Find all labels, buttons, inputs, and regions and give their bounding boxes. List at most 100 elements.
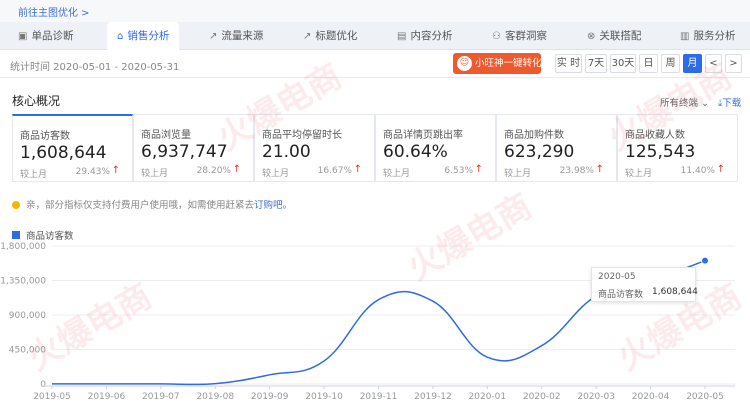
metric-value: 623,290 bbox=[504, 142, 575, 162]
users-icon: ⚇ bbox=[492, 31, 501, 42]
trend-icon: ↗ bbox=[209, 31, 218, 42]
y-tick-label: 0 bbox=[40, 380, 46, 390]
metric-label: 商品收藏人数 bbox=[625, 130, 685, 141]
metric-label: 商品平均停留时长 bbox=[262, 130, 342, 141]
notice-bar: 亲，部分指标仅支持付费用户使用哦，如需使用赶紧去订购吧。 bbox=[12, 197, 292, 211]
y-tick-label: 1,800,000 bbox=[0, 242, 46, 252]
x-tick-label: 2019-06 bbox=[88, 392, 126, 402]
breadcrumb-link[interactable]: 前往主图优化 > bbox=[18, 4, 90, 19]
x-tick-label: 2020-03 bbox=[577, 392, 615, 402]
link-icon: ⊗ bbox=[587, 31, 596, 42]
one-click-convert-button[interactable]: ☺ 小旺神一键转化 bbox=[453, 53, 542, 74]
metric-change: 16.67% bbox=[317, 166, 352, 176]
warning-dot-icon bbox=[12, 201, 20, 209]
metric-value: 60.64% bbox=[383, 142, 448, 162]
metric-compare: 较上月 bbox=[625, 169, 653, 179]
metric-label: 商品详情页跳出率 bbox=[383, 130, 463, 141]
metric-value: 1,608,644 bbox=[20, 143, 107, 163]
x-tick-label: 2020-05 bbox=[686, 392, 724, 402]
terminal-select[interactable]: 所有终端 ⌄ bbox=[660, 95, 709, 109]
x-tick-label: 2019-07 bbox=[142, 392, 180, 402]
section-title: 核心概况 bbox=[12, 94, 61, 108]
clipboard-icon: ▣ bbox=[18, 31, 28, 42]
tooltip-series-name: 商品访客数 bbox=[598, 290, 644, 300]
x-tick-label: 2019-11 bbox=[360, 392, 398, 402]
chevron-down-icon: ⌄ bbox=[701, 98, 710, 109]
metric-change: 6.53% bbox=[444, 166, 473, 176]
time-7day-button[interactable]: 7天 bbox=[585, 54, 607, 73]
tab-service-analysis[interactable]: ▥ 服务分析 bbox=[680, 22, 735, 50]
metric-card-pageviews[interactable]: 商品浏览量 6,937,747 较上月 28.20% ↑ bbox=[133, 114, 254, 182]
stat-period: 统计时间 2020-05-01 - 2020-05-31 bbox=[10, 62, 180, 73]
x-tick-label: 2019-10 bbox=[305, 392, 343, 402]
time-30day-button[interactable]: 30天 bbox=[610, 54, 636, 73]
tab-traffic-source[interactable]: ↗ 流量来源 bbox=[209, 22, 263, 50]
metric-compare: 较上月 bbox=[141, 169, 169, 179]
metric-change: 29.43% bbox=[75, 167, 110, 177]
x-tick-label: 2019-12 bbox=[414, 392, 452, 402]
metric-compare: 较上月 bbox=[20, 170, 48, 180]
x-tick-label: 2020-04 bbox=[632, 392, 670, 402]
tab-related-matching[interactable]: ⊗ 关联搭配 bbox=[587, 22, 641, 50]
arrow-up-icon: ↑ bbox=[111, 165, 120, 176]
x-tick-label: 2019-09 bbox=[251, 392, 289, 402]
subscribe-link[interactable]: 订购吧。 bbox=[254, 200, 292, 211]
time-filter-bar: 统计时间 2020-05-01 - 2020-05-31 ☺ 小旺神一键转化 实… bbox=[0, 50, 750, 78]
metric-change: 28.20% bbox=[196, 166, 231, 176]
metric-compare: 较上月 bbox=[383, 169, 411, 179]
download-link[interactable]: ⤓下载 bbox=[718, 95, 741, 109]
time-day-button[interactable]: 日 bbox=[639, 54, 658, 73]
metric-card-bounce-rate[interactable]: 商品详情页跳出率 60.64% 较上月 6.53% ↑ bbox=[375, 114, 496, 182]
metric-value: 21.00 bbox=[262, 142, 311, 162]
tab-audience-insight[interactable]: ⚇ 客群洞察 bbox=[492, 22, 547, 50]
metric-compare: 较上月 bbox=[504, 169, 532, 179]
notice-text: 亲，部分指标仅支持付费用户使用哦，如需使用赶紧去 bbox=[26, 200, 255, 211]
metric-card-favorites[interactable]: 商品收藏人数 125,543 较上月 11.40% ↑ bbox=[617, 114, 738, 182]
metric-card-visitors[interactable]: 商品访客数 1,608,644 较上月 29.43% ↑ bbox=[12, 114, 133, 182]
arrow-up-icon: ↑ bbox=[353, 164, 362, 175]
metric-value: 6,937,747 bbox=[141, 142, 228, 162]
mascot-icon: ☺ bbox=[457, 56, 472, 71]
x-tick-label: 2020-02 bbox=[523, 392, 561, 402]
metric-card-cart-adds[interactable]: 商品加购件数 623,290 较上月 23.98% ↑ bbox=[496, 114, 617, 182]
tooltip-value: 1,608,644 bbox=[652, 287, 698, 297]
y-tick-label: 900,000 bbox=[9, 311, 46, 321]
chart-bar-icon: ▥ bbox=[680, 31, 690, 42]
metrics-row: 商品访客数 1,608,644 较上月 29.43% ↑ 商品浏览量 6,937… bbox=[12, 114, 750, 182]
x-tick-label: 2019-08 bbox=[196, 392, 234, 402]
prev-period-button[interactable]: < bbox=[705, 54, 722, 73]
time-month-button[interactable]: 月 bbox=[683, 54, 702, 73]
arrow-up-icon: ↑ bbox=[232, 164, 241, 175]
tab-item-diagnosis[interactable]: ▣ 单品诊断 bbox=[18, 22, 73, 50]
tooltip-date: 2020-05 bbox=[598, 272, 636, 282]
tab-title-optimization[interactable]: ↗ 标题优化 bbox=[303, 22, 357, 50]
metric-label: 商品访客数 bbox=[20, 131, 70, 142]
arrow-up-icon: ↑ bbox=[474, 164, 483, 175]
y-tick-label: 450,000 bbox=[9, 346, 46, 356]
document-icon: ▤ bbox=[397, 31, 407, 42]
metric-change: 11.40% bbox=[680, 166, 715, 176]
home-icon: ⌂ bbox=[117, 31, 124, 42]
arrow-up-icon: ↑ bbox=[716, 164, 725, 175]
time-week-button[interactable]: 周 bbox=[661, 54, 680, 73]
next-period-button[interactable]: > bbox=[725, 54, 742, 73]
metric-change: 23.98% bbox=[559, 166, 594, 176]
top-bar: 前往主图优化 > bbox=[0, 0, 750, 22]
y-tick-label: 1,350,000 bbox=[0, 277, 46, 287]
metric-card-stay-time[interactable]: 商品平均停留时长 21.00 较上月 16.67% ↑ bbox=[254, 114, 375, 182]
chart-tooltip: 2020-05 商品访客数 1,608,644 bbox=[591, 267, 698, 302]
metric-label: 商品加购件数 bbox=[504, 130, 564, 141]
metric-compare: 较上月 bbox=[262, 169, 290, 179]
x-tick-label: 2019-05 bbox=[33, 392, 71, 402]
metric-label: 商品浏览量 bbox=[141, 130, 191, 141]
tab-sales-analysis[interactable]: ⌂ 销售分析 bbox=[107, 22, 180, 51]
metric-value: 125,543 bbox=[625, 142, 696, 162]
x-tick-label: 2020-01 bbox=[469, 392, 507, 402]
analysis-tabs: ▣ 单品诊断 ⌂ 销售分析 ↗ 流量来源 ↗ 标题优化 ▤ 内容分析 ⚇ 客群洞察 ⊗ 关联搭… bbox=[0, 22, 750, 51]
arrow-up-icon: ↑ bbox=[595, 164, 604, 175]
tab-content-analysis[interactable]: ▤ 内容分析 bbox=[397, 22, 452, 50]
visitor-line-chart[interactable]: 0 450,000 900,000 1,350,000 1,800,000 2019-05… bbox=[0, 236, 750, 416]
data-point bbox=[701, 256, 709, 265]
chart-line-icon: ↗ bbox=[303, 31, 312, 42]
time-realtime-button[interactable]: 实 时 bbox=[555, 54, 582, 73]
